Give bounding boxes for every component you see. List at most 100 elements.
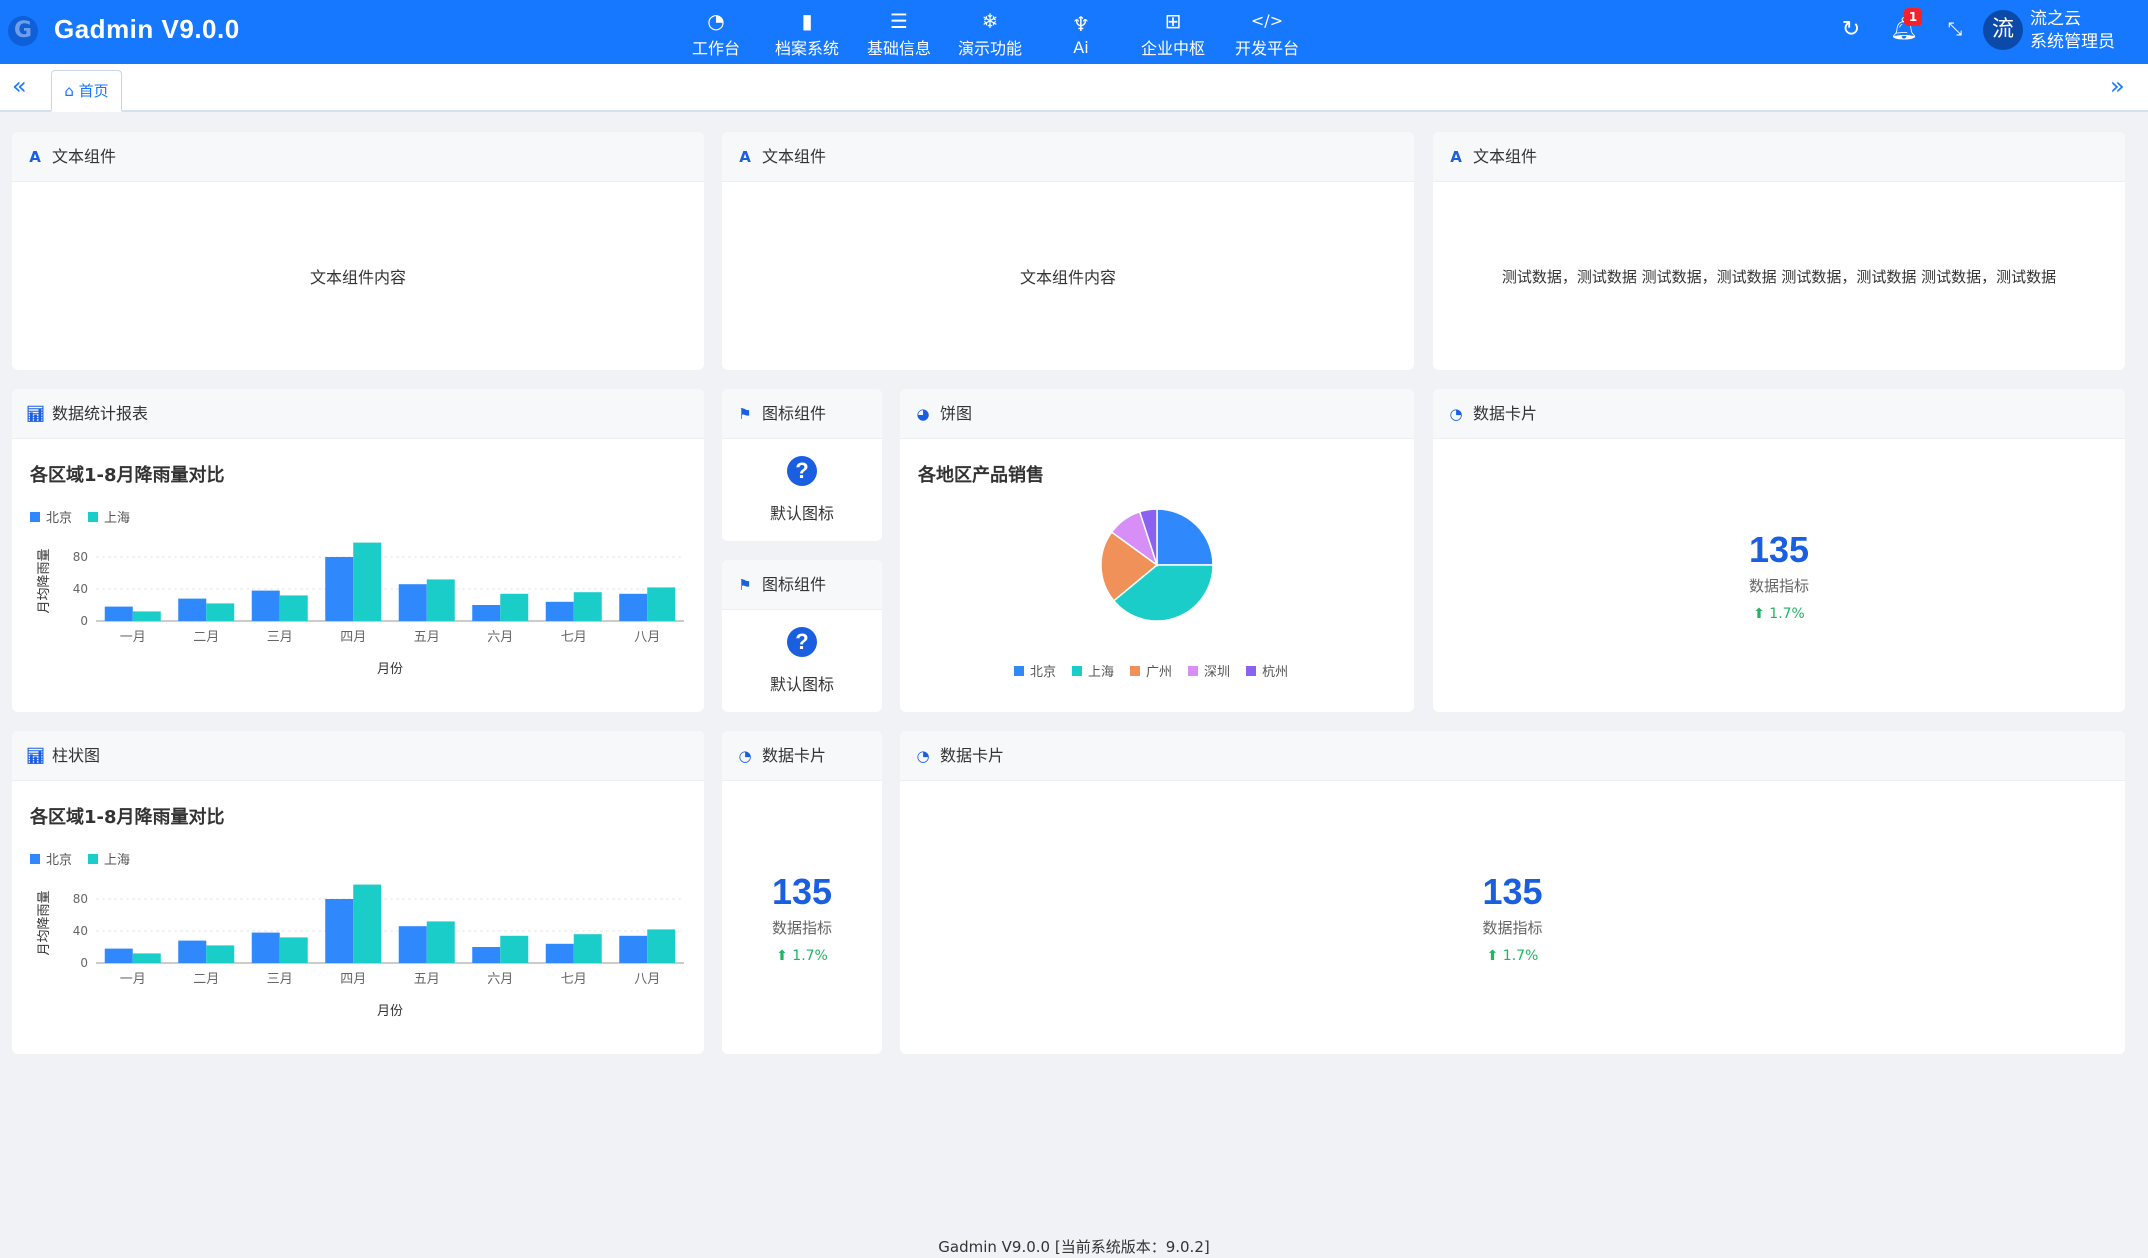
refresh-icon[interactable]: ↻ [1838, 18, 1864, 42]
rainfall-bar-chart: 0 40 80 一月 二月 三月 四月 五月 六月 七月 八月月份 月均降雨量 [37, 884, 684, 1019]
snowflake-icon: ❄ [981, 9, 999, 33]
stat-card: ◔ 数据卡片 135 数据指标 ⬆ 1.7% [1433, 389, 2125, 712]
nav-item-label: 基础信息 [866, 39, 931, 58]
legend-label: 上海 [104, 853, 131, 868]
stat-trend: ⬆ 1.7% [776, 948, 828, 964]
arrow-up-icon: ⬆ [776, 948, 788, 964]
bar-北京 [619, 935, 648, 963]
legend-label: 北京 [1030, 665, 1057, 680]
nav-item-ai[interactable]: ♆ Ai [1036, 0, 1126, 64]
bar-上海 [573, 592, 602, 621]
bar-上海 [573, 934, 602, 963]
arrow-up-icon: ⬆ [1486, 948, 1499, 964]
legend-item[interactable]: 深圳 [1188, 661, 1230, 680]
user-name: 流之云 [2030, 9, 2081, 29]
nav-item-demo-features[interactable]: ❄ 演示功能 [944, 0, 1036, 64]
bar-上海 [500, 593, 529, 621]
x-tick-label: 八月 [634, 972, 660, 987]
stat-value: 135 [1482, 871, 1543, 912]
nav-item-label: 企业中枢 [1140, 39, 1205, 58]
dashboard-icon: ◔ [916, 746, 930, 765]
legend-swatch [1188, 665, 1199, 676]
legend-item[interactable]: 北京 [1014, 661, 1056, 680]
font-icon: A [29, 147, 41, 166]
x-tick-label: 五月 [414, 630, 440, 645]
x-tick-label: 七月 [561, 972, 587, 987]
legend-label: 深圳 [1204, 665, 1231, 680]
tab-scroll-left-icon[interactable]: « [12, 74, 27, 98]
stat-trend: ⬆ 1.7% [1753, 606, 1805, 622]
card-title: 饼图 [940, 403, 973, 423]
text-content: 文本组件内容 [309, 268, 406, 287]
nav-item-basic-info[interactable]: ☰ 基础信息 [854, 0, 944, 64]
tab-scroll-right-icon[interactable]: » [2110, 74, 2125, 98]
home-icon: ⌂ [64, 82, 74, 100]
nav-item-dev-platform[interactable]: </> 开发平台 [1220, 0, 1314, 64]
legend-item[interactable]: 北京 [30, 507, 72, 526]
legend-label: 广州 [1146, 665, 1173, 680]
nav-item-enterprise-hub[interactable]: ⊞ 企业中枢 [1126, 0, 1220, 64]
top-header: G Gadmin V9.0.0 ◔ 工作台 ▮ 档案系统 ☰ 基础信息 ❄ 演示… [0, 0, 2148, 64]
text-card: A 文本组件 测试数据，测试数据 测试数据，测试数据 测试数据，测试数据 测试数据… [1433, 132, 2125, 370]
legend-item[interactable]: 上海 [88, 507, 130, 526]
legend-item[interactable]: 北京 [30, 849, 72, 868]
nav-item-archive-system[interactable]: ▮ 档案系统 [760, 0, 854, 64]
legend-item[interactable]: 广州 [1130, 661, 1172, 680]
chart-legend: 北京 上海 [30, 507, 146, 526]
bar-北京 [178, 940, 207, 963]
bar-上海 [426, 921, 455, 963]
legend-item[interactable]: 杭州 [1246, 661, 1288, 680]
text-card: A 文本组件 文本组件内容 [12, 132, 704, 370]
avatar[interactable]: 流 [1983, 10, 2023, 50]
list-icon: ☰ [890, 9, 908, 33]
legend-swatch [88, 511, 99, 522]
bar-上海 [132, 611, 161, 621]
bar-上海 [353, 542, 382, 621]
x-tick-label: 二月 [193, 630, 219, 645]
card-title: 数据卡片 [762, 745, 827, 765]
nav-item-label: 档案系统 [774, 39, 839, 58]
card-title: 文本组件 [762, 146, 827, 166]
y-tick-label: 40 [73, 924, 88, 938]
legend-swatch [30, 853, 40, 864]
nav-item-label: 工作台 [691, 39, 740, 58]
arrow-up-icon: ⬆ [1753, 606, 1765, 622]
question-circle-icon[interactable]: ? [787, 627, 817, 657]
bar-上海 [647, 587, 676, 621]
gadmin-logo-icon[interactable]: G [8, 16, 38, 46]
bar-北京 [104, 606, 133, 621]
card-title: 图标组件 [762, 574, 827, 594]
legend-item[interactable]: 上海 [1072, 661, 1114, 680]
bar-北京 [472, 605, 501, 621]
x-axis-title: 月份 [377, 662, 403, 677]
top-nav: ◔ 工作台 ▮ 档案系统 ☰ 基础信息 ❄ 演示功能 ♆ Ai ⊞ 企业中枢 <… [672, 0, 1314, 64]
bar-上海 [426, 579, 455, 621]
x-tick-label: 一月 [120, 972, 146, 987]
bar-北京 [251, 932, 280, 963]
bell-icon[interactable]: 🔔︎ 1 [1890, 8, 1922, 42]
stat-value: 135 [771, 871, 833, 912]
x-tick-label: 三月 [267, 972, 293, 987]
app-title[interactable]: Gadmin V9.0.0 [54, 14, 240, 45]
code-icon: </> [1250, 11, 1284, 30]
tab-home[interactable]: ⌂ 首页 [51, 70, 122, 112]
icon-label: 默认图标 [769, 504, 834, 523]
user-menu[interactable]: 流之云 系统管理员 [2030, 8, 2115, 54]
flag-icon: ⚑ [738, 575, 752, 594]
x-tick-label: 二月 [193, 972, 219, 987]
bar-上海 [279, 595, 308, 621]
x-tick-label: 四月 [340, 972, 366, 987]
bar-北京 [325, 557, 354, 621]
notification-badge: 1 [1904, 8, 1922, 26]
bar-chart-icon: ▮ [801, 9, 813, 33]
bar-北京 [472, 947, 501, 963]
card-title: 数据卡片 [1473, 403, 1538, 423]
nav-item-workbench[interactable]: ◔ 工作台 [672, 0, 760, 64]
fullscreen-icon[interactable]: ⤡ [1942, 18, 1968, 42]
font-icon: A [739, 147, 751, 166]
footer-version: Gadmin V9.0.0 [当前系统版本：9.0.2] [938, 1238, 1210, 1256]
pie-chart-card: ◕ 饼图 各地区产品销售 北京 上海 广州 深圳 杭州 [900, 389, 1414, 712]
question-circle-icon[interactable]: ? [787, 456, 817, 486]
legend-item[interactable]: 上海 [88, 849, 130, 868]
pie-chart-icon: ◕ [916, 404, 930, 423]
